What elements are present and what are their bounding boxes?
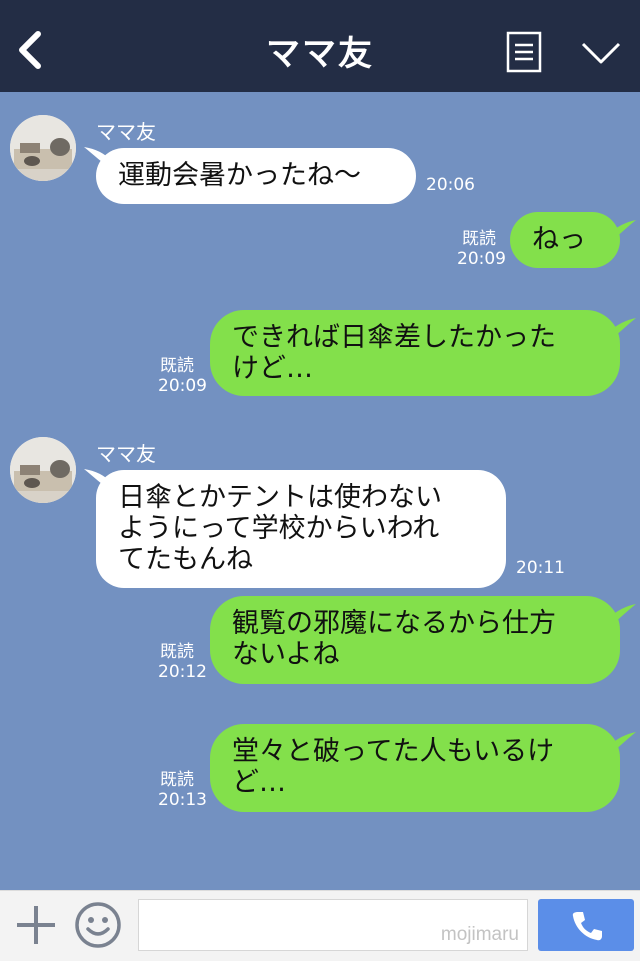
chevron-down-icon[interactable] bbox=[580, 40, 622, 66]
chat-header: ママ友 bbox=[0, 0, 640, 92]
message-time: 20:06 bbox=[426, 175, 475, 195]
avatar[interactable] bbox=[10, 115, 76, 181]
input-bar: mojimaru bbox=[0, 890, 640, 961]
message-bubble-outgoing[interactable]: 堂々と破ってた人もいるけ ど… bbox=[210, 724, 620, 812]
read-receipt: 既読 bbox=[160, 642, 194, 662]
plus-icon[interactable] bbox=[14, 903, 58, 947]
message-bubble-outgoing[interactable]: 観覧の邪魔になるから仕方 ないよね bbox=[210, 596, 620, 684]
call-button[interactable] bbox=[538, 899, 634, 951]
message-bubble-outgoing[interactable]: できれば日傘差したかった けど… bbox=[210, 310, 620, 396]
message-time: 20:09 bbox=[457, 249, 506, 269]
chat-title: ママ友 bbox=[266, 34, 374, 74]
message-bubble-incoming[interactable]: 日傘とかテントは使わない ようにって学校からいわれ てたもんね bbox=[96, 470, 506, 588]
avatar[interactable] bbox=[10, 437, 76, 503]
read-receipt: 既読 bbox=[462, 229, 496, 249]
phone-icon bbox=[572, 912, 602, 941]
message-time: 20:12 bbox=[158, 662, 207, 682]
read-receipt: 既読 bbox=[160, 770, 194, 790]
message-time: 20:09 bbox=[158, 376, 207, 396]
message-time: 20:11 bbox=[516, 558, 565, 578]
sender-name: ママ友 bbox=[96, 442, 156, 466]
message-bubble-outgoing[interactable]: ねっ bbox=[510, 212, 620, 268]
smile-icon[interactable] bbox=[74, 901, 122, 949]
message-time: 20:13 bbox=[158, 790, 207, 810]
sender-name: ママ友 bbox=[96, 120, 156, 144]
watermark: mojimaru bbox=[440, 924, 519, 945]
menu-icon[interactable] bbox=[506, 31, 542, 73]
message-input[interactable]: mojimaru bbox=[138, 899, 528, 951]
message-bubble-incoming[interactable]: 運動会暑かったね〜 bbox=[96, 148, 416, 204]
read-receipt: 既読 bbox=[160, 356, 194, 376]
